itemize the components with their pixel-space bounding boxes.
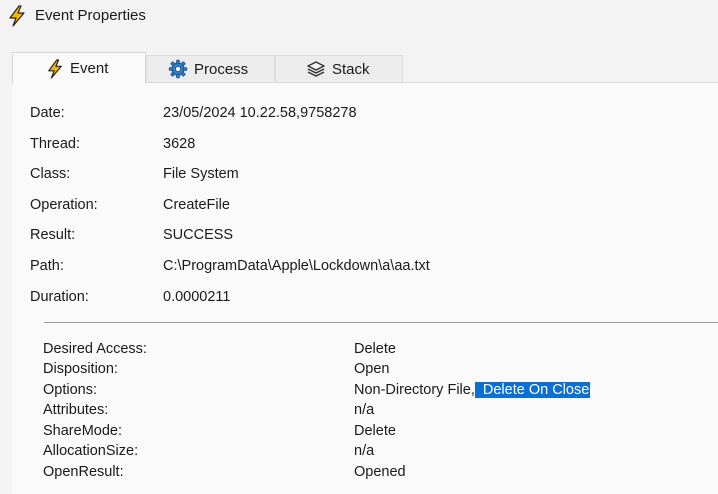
date-label: Date:	[30, 105, 65, 121]
duration-value: 0.0000211	[163, 289, 231, 305]
tab-stack[interactable]: Stack	[275, 55, 403, 82]
sharemode-label: ShareMode:	[43, 423, 122, 439]
openresult-value: Opened	[354, 464, 406, 480]
result-label: Result:	[30, 227, 76, 243]
date-value: 23/05/2024 10.22.58,9758278	[163, 105, 357, 121]
openresult-label: OpenResult:	[43, 464, 124, 480]
options-value[interactable]: Non-Directory File, Delete On Close	[354, 380, 591, 400]
divider	[44, 322, 718, 323]
disposition-label: Disposition:	[43, 361, 118, 377]
operation-label: Operation:	[30, 197, 98, 213]
thread-label: Thread:	[30, 136, 80, 152]
allocationsize-value: n/a	[354, 443, 375, 459]
thread-value: 3628	[163, 136, 196, 152]
options-selected-text[interactable]: Delete On Close	[474, 382, 591, 398]
lightning-icon	[9, 5, 25, 27]
disposition-value: Open	[354, 361, 390, 377]
desired-access-value: Delete	[354, 341, 396, 357]
path-label: Path:	[30, 258, 64, 274]
attributes-value: n/a	[354, 402, 375, 418]
gear-icon	[168, 59, 188, 79]
duration-label: Duration:	[30, 289, 89, 305]
tab-event-label: Event	[70, 60, 109, 77]
tab-stack-label: Stack	[332, 60, 370, 78]
lightning-icon	[48, 58, 62, 79]
tab-process[interactable]: Process	[146, 55, 275, 82]
desired-access-label: Desired Access:	[43, 341, 147, 357]
tab-process-label: Process	[194, 60, 249, 78]
class-label: Class:	[30, 166, 71, 182]
title-bar: Event Properties	[0, 0, 718, 36]
tab-strip: Event Process Stack	[12, 52, 718, 84]
sharemode-value: Delete	[354, 423, 396, 439]
operation-value: CreateFile	[163, 197, 230, 213]
allocationsize-label: AllocationSize:	[43, 443, 139, 459]
window-title: Event Properties	[35, 7, 146, 24]
options-text: Non-Directory File,	[354, 382, 475, 398]
class-value: File System	[163, 166, 239, 182]
tab-event[interactable]: Event	[12, 52, 146, 84]
event-panel: Date: 23/05/2024 10.22.58,9758278 Thread…	[12, 82, 718, 494]
options-label: Options:	[43, 382, 97, 398]
stack-icon	[307, 61, 325, 77]
attributes-label: Attributes:	[43, 402, 109, 418]
result-value: SUCCESS	[163, 227, 234, 243]
path-value: C:\ProgramData\Apple\Lockdown\a\aa.txt	[163, 258, 430, 274]
